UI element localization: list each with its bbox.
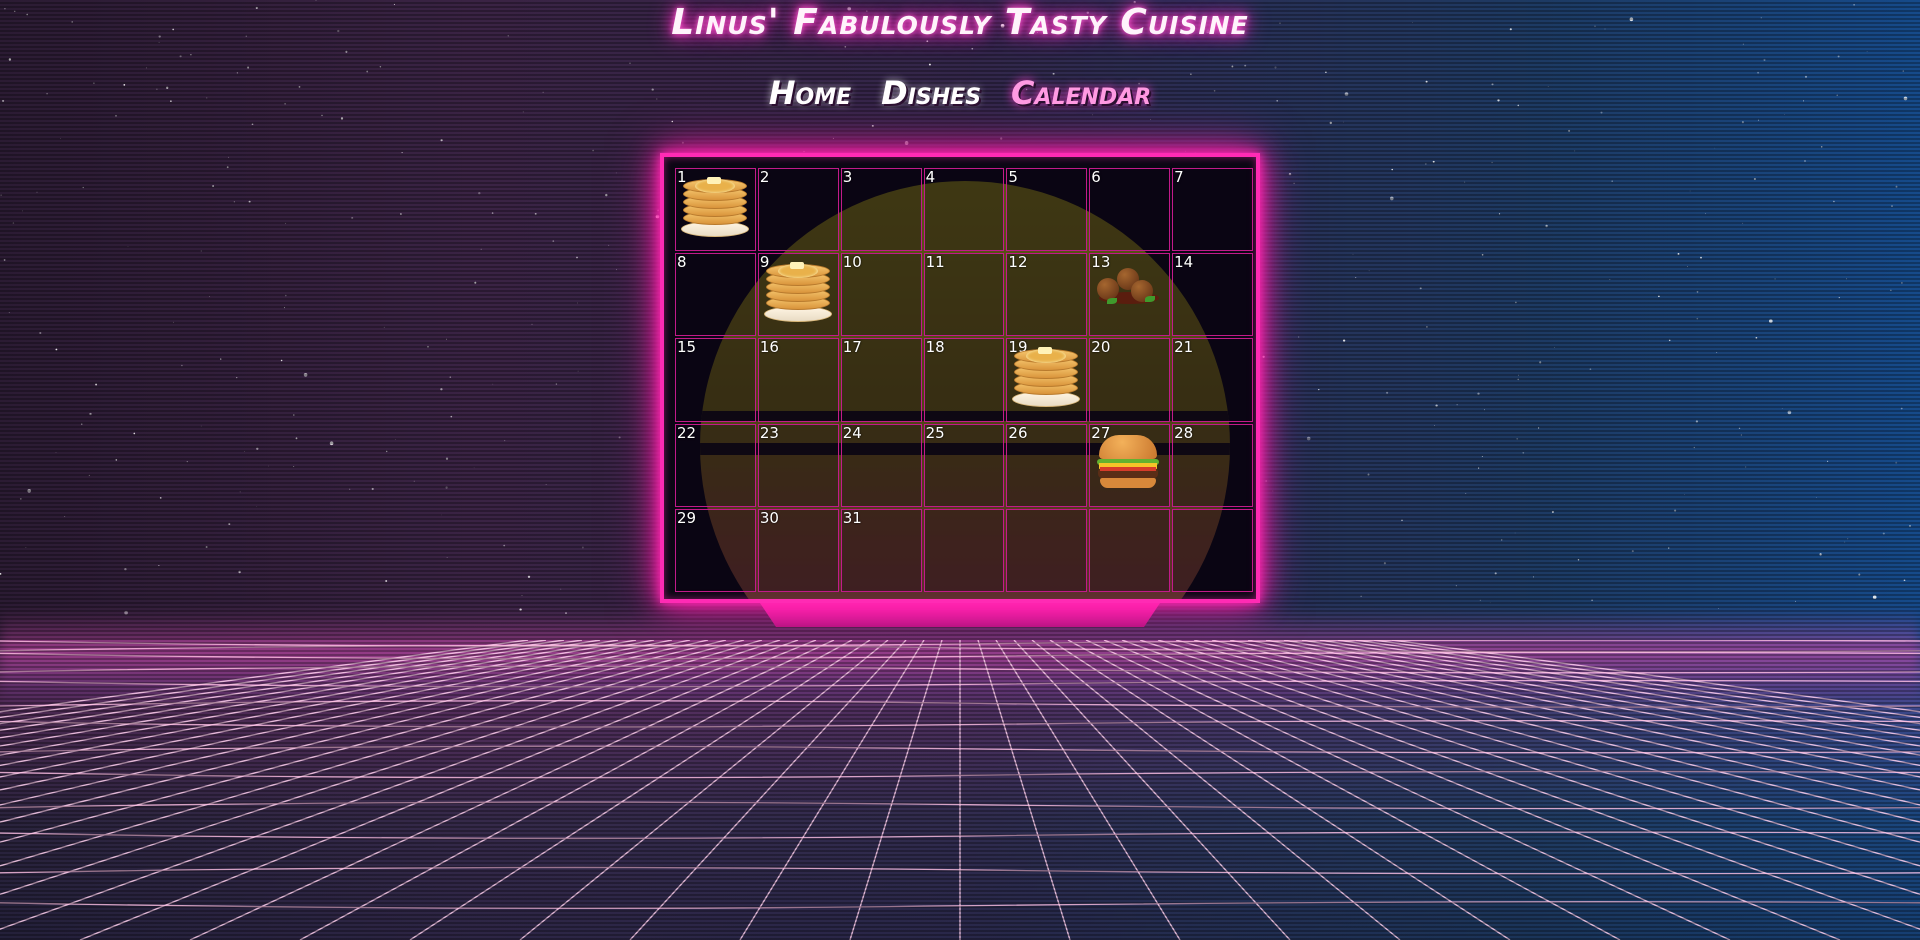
- day-number: 31: [842, 508, 862, 527]
- nav-dishes-link[interactable]: Dishes: [881, 74, 981, 112]
- day-number: 7: [1174, 168, 1184, 186]
- day-number: 28: [1174, 423, 1194, 442]
- day-number: 14: [1174, 253, 1194, 272]
- day-number: 30: [759, 508, 779, 527]
- meatballs-icon[interactable]: [1095, 262, 1163, 324]
- day-number: 3: [842, 168, 853, 186]
- day-number: 11: [925, 253, 945, 272]
- calendar-day-cell[interactable]: 18: [923, 338, 1005, 422]
- calendar-grid: 1 2 3 4 5 6 7 8 9 10 11 12 13 14 15 16 17 18 19 20 21 22 23 24 2…: [675, 168, 1253, 592]
- calendar-day-cell[interactable]: 30: [757, 508, 839, 592]
- calendar-day-cell[interactable]: 26: [1006, 423, 1088, 507]
- day-number: 29: [677, 508, 697, 527]
- day-number: 18: [925, 338, 945, 357]
- day-number: 4: [925, 168, 936, 186]
- nav-calendar-link[interactable]: Calendar: [1011, 74, 1151, 112]
- calendar-day-cell[interactable]: 16: [757, 338, 839, 422]
- calendar-day-cell[interactable]: 13: [1089, 253, 1171, 337]
- calendar-day-cell[interactable]: [1172, 508, 1253, 592]
- day-number: 6: [1091, 168, 1101, 186]
- calendar-day-cell[interactable]: 21: [1172, 338, 1253, 422]
- calendar-day-cell[interactable]: 29: [675, 508, 756, 592]
- day-number: 17: [842, 338, 862, 357]
- calendar-day-cell[interactable]: [923, 508, 1005, 592]
- day-number: 12: [1008, 253, 1028, 272]
- calendar-day-cell[interactable]: 9: [757, 253, 839, 337]
- calendar-day-cell[interactable]: 8: [675, 253, 756, 337]
- pancakes-icon[interactable]: [1012, 347, 1081, 409]
- calendar-day-cell[interactable]: 23: [757, 423, 839, 507]
- monitor-stand: [760, 603, 1160, 627]
- calendar-day-cell[interactable]: 28: [1172, 423, 1253, 507]
- day-number: 16: [759, 338, 779, 357]
- main-nav: Home Dishes Calendar: [0, 74, 1920, 112]
- nav-home-link[interactable]: Home: [769, 74, 851, 112]
- calendar-day-cell[interactable]: 3: [840, 168, 922, 252]
- day-number: 15: [677, 338, 697, 357]
- calendar-day-cell[interactable]: 17: [840, 338, 922, 422]
- calendar-day-cell[interactable]: 15: [675, 338, 756, 422]
- pancakes-icon[interactable]: [763, 262, 832, 324]
- calendar-day-cell[interactable]: 25: [923, 423, 1005, 507]
- calendar-day-cell[interactable]: 7: [1172, 168, 1253, 252]
- calendar-day-cell[interactable]: 24: [840, 423, 922, 507]
- day-number: 5: [1008, 168, 1018, 186]
- calendar-day-cell[interactable]: 6: [1089, 168, 1171, 252]
- calendar-frame: 1 2 3 4 5 6 7 8 9 10 11 12 13 14 15 16 17 18 19 20 21 22 23 24 2…: [660, 153, 1260, 603]
- day-number: 2: [759, 168, 770, 186]
- calendar-day-cell[interactable]: [1089, 508, 1171, 592]
- calendar-day-cell[interactable]: 10: [840, 253, 922, 337]
- calendar-day-cell[interactable]: 11: [923, 253, 1005, 337]
- calendar-day-cell[interactable]: 19: [1006, 338, 1088, 422]
- calendar-day-cell[interactable]: 14: [1172, 253, 1253, 337]
- day-number: 22: [677, 423, 697, 442]
- day-number: 25: [925, 423, 945, 442]
- calendar-day-cell[interactable]: 27: [1089, 423, 1171, 507]
- pancakes-icon[interactable]: [681, 177, 749, 239]
- calendar-day-cell[interactable]: 31: [840, 508, 922, 592]
- burger-icon[interactable]: [1095, 433, 1163, 495]
- day-number: 23: [759, 423, 779, 442]
- calendar-day-cell[interactable]: 2: [757, 168, 839, 252]
- day-number: 20: [1091, 338, 1111, 357]
- calendar-day-cell[interactable]: 22: [675, 423, 756, 507]
- site-title: Linus' Fabulously Tasty Cuisine: [671, 2, 1249, 43]
- day-number: 10: [842, 253, 862, 272]
- day-number: 21: [1174, 338, 1194, 357]
- day-number: 26: [1008, 423, 1028, 442]
- calendar-day-cell[interactable]: [1006, 508, 1088, 592]
- neon-grid-floor: [0, 640, 1920, 940]
- day-number: 24: [842, 423, 862, 442]
- calendar-day-cell[interactable]: 12: [1006, 253, 1088, 337]
- calendar-day-cell[interactable]: 1: [675, 168, 756, 252]
- day-number: 8: [677, 253, 687, 272]
- calendar-day-cell[interactable]: 4: [923, 168, 1005, 252]
- calendar-day-cell[interactable]: 5: [1006, 168, 1088, 252]
- calendar-day-cell[interactable]: 20: [1089, 338, 1171, 422]
